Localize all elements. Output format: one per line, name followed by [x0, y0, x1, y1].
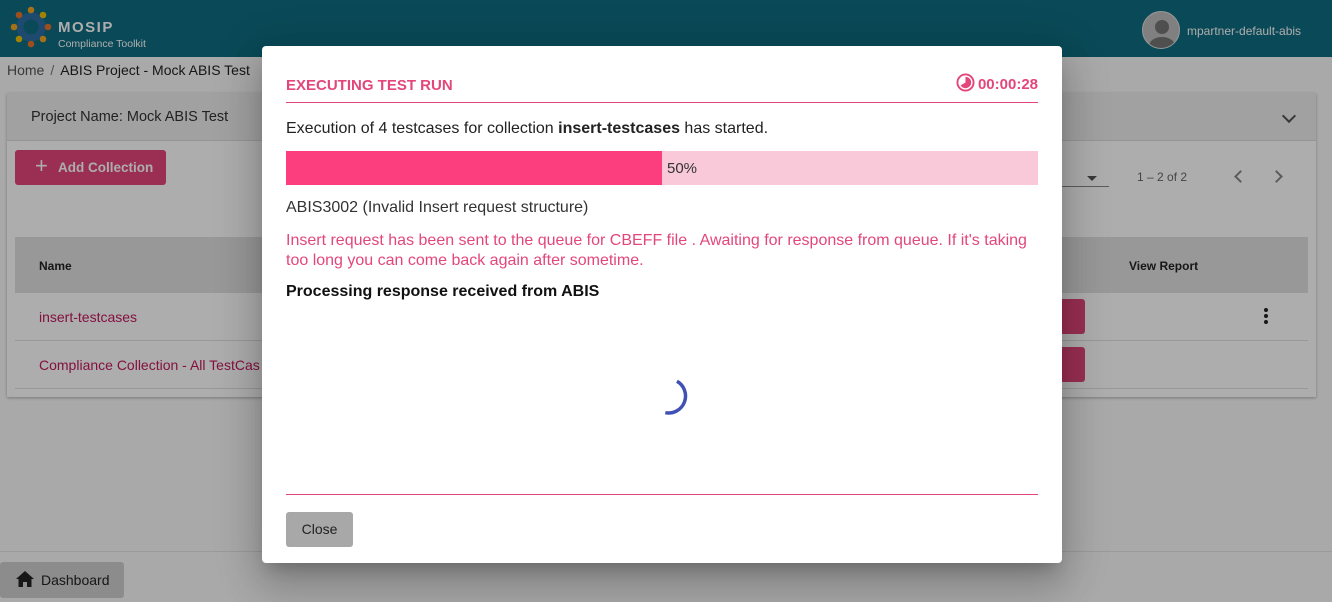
- dialog-title: EXECUTING TEST RUN: [286, 77, 453, 94]
- timer: 00:00:28: [956, 73, 1038, 93]
- timer-icon: [956, 73, 975, 92]
- collection-name: insert-testcases: [558, 120, 680, 137]
- processing-text: Processing response received from ABIS: [286, 283, 600, 300]
- actions-divider: [286, 494, 1038, 495]
- queue-status-message: Insert request has been sent to the queu…: [286, 232, 1027, 269]
- loading-spinner-icon: [664, 379, 688, 415]
- title-divider: [286, 102, 1038, 103]
- timer-value: 00:00:28: [977, 76, 1038, 93]
- progress-label: 50%: [667, 160, 698, 177]
- exec-suffix: has started.: [679, 120, 769, 137]
- close-button[interactable]: Close: [286, 512, 353, 547]
- exec-prefix: Execution of 4 testcases for collection: [286, 120, 559, 137]
- progress-fill: [286, 151, 662, 185]
- progress-bar: 50%: [286, 151, 1038, 185]
- executing-test-run-dialog: EXECUTING TEST RUN 00:00:28 Execution of…: [262, 46, 1062, 563]
- execution-status-text: Execution of 4 testcases for collection …: [286, 120, 768, 138]
- current-testcase: ABIS3002 (Invalid Insert request structu…: [286, 199, 589, 216]
